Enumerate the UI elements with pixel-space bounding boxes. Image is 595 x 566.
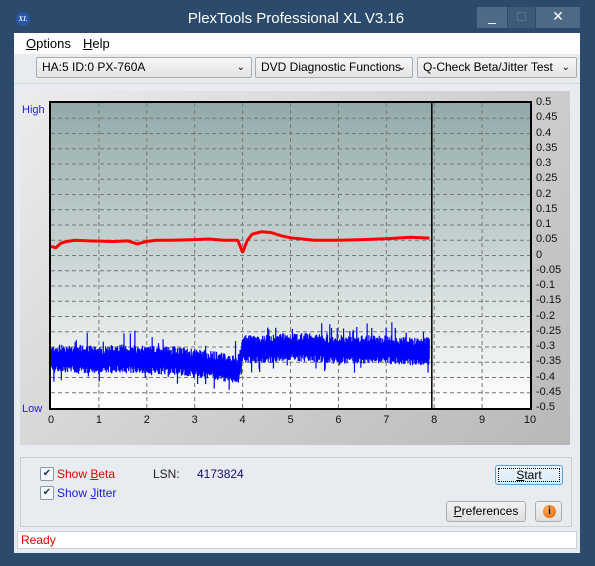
menu-bar: Options Help [14,33,580,54]
client-area: Options Help HA:5 ID:0 PX-760A ⌄ DVD Dia… [14,33,580,553]
plot-area [49,101,532,410]
close-button[interactable]: ✕ [536,7,580,28]
start-button[interactable]: Start [495,465,563,485]
chevron-down-icon: ⌄ [236,62,245,73]
status-text: Ready [21,533,56,547]
y-tick-label: -0.35 [536,355,562,368]
y-tick-label: 0.35 [536,141,558,154]
y-tick-label: -0.4 [536,370,555,383]
y-tick-label: -0.05 [536,263,562,276]
y-tick-label: -0.5 [536,401,555,413]
label-text: Show [57,486,91,500]
maximize-button[interactable]: □ [508,7,535,28]
x-tick-label: 3 [191,414,198,426]
info-button[interactable]: i [535,501,562,522]
menu-label: elp [92,36,110,51]
x-tick-label: 4 [239,414,246,426]
y-tick-label: -0.1 [536,279,555,291]
show-jitter-checkbox[interactable]: ✔ [40,486,54,500]
button-label: references [461,504,519,518]
minimize-button[interactable]: _ [477,7,507,28]
x-tick-label: 7 [383,414,390,426]
chevron-down-icon: ⌄ [561,62,570,73]
drive-select[interactable]: HA:5 ID:0 PX-760A ⌄ [36,57,252,78]
y-tick-label: 0.25 [536,172,558,185]
y-tick-label: 0.4 [536,126,552,139]
x-tick-label: 8 [431,414,438,426]
menu-accel: H [83,36,93,51]
x-tick-label: 2 [143,414,150,426]
beta-jitter-chart [51,103,530,408]
label-text: itter [96,486,117,500]
test-select-value: Q-Check Beta/Jitter Test [423,60,553,74]
show-beta-label[interactable]: Show Beta [57,467,115,481]
x-tick-label: 9 [479,414,486,426]
x-tick-label: 0 [47,414,55,426]
label-text: eta [98,467,116,481]
y-tick-label: 0.05 [536,233,558,246]
status-bar: Ready [17,531,577,549]
lsn-label: LSN: [153,467,180,481]
check-icon: ✔ [42,487,52,498]
y-tick-label: 0.2 [536,187,552,200]
show-beta-checkbox[interactable]: ✔ [40,467,54,481]
chevron-down-icon: ⌄ [397,62,406,73]
low-label: Low [22,403,43,415]
show-jitter-label[interactable]: Show Jitter [57,486,116,500]
toolbar: HA:5 ID:0 PX-760A ⌄ DVD Diagnostic Funct… [14,54,580,84]
y-tick-label: -0.25 [536,324,562,337]
high-label: High [22,104,45,116]
menu-accel: O [26,36,37,51]
info-icon: i [543,505,556,518]
drive-select-value: HA:5 ID:0 PX-760A [42,60,146,74]
preferences-button[interactable]: Preferences [446,501,526,522]
app-window: XL PlexTools Professional XL V3.16 _ □ ✕… [0,0,592,564]
y-tick-label: -0.3 [536,340,555,352]
beta-series [51,230,430,253]
y-tick-label: 0.3 [536,157,552,169]
check-icon: ✔ [42,468,52,479]
y-tick-label: 0.45 [536,111,558,124]
label-text: Show [57,467,91,481]
menu-label: ptions [36,36,71,51]
menu-help[interactable]: Help [83,36,110,51]
y-tick-label: 0 [536,248,543,261]
focus-rect [498,468,560,482]
x-tick-label: 1 [95,414,102,426]
function-select-value: DVD Diagnostic Functions [261,60,402,74]
jitter-series [51,322,430,390]
y-tick-label: 0.15 [536,202,558,215]
button-accel: P [453,504,462,518]
x-tick-label: 10 [523,414,537,426]
title-bar[interactable]: XL PlexTools Professional XL V3.16 _ □ ✕ [0,0,592,36]
y-tick-label: 0.1 [536,218,552,230]
test-select[interactable]: Q-Check Beta/Jitter Test ⌄ [417,57,577,78]
y-tick-label: -0.15 [536,294,562,307]
graph-panel: High Low 0.5 0.45 0.4 0.35 0.3 0.25 0.2 0.15 0.1… [20,91,570,445]
x-tick-label: 5 [287,414,294,426]
y-tick-label: 0.5 [536,96,552,108]
y-tick-label: -0.2 [536,309,555,322]
x-tick-label: 6 [335,414,342,426]
menu-options[interactable]: Options [26,36,71,51]
y-tick-label: -0.45 [536,385,562,398]
function-select[interactable]: DVD Diagnostic Functions ⌄ [255,57,413,78]
lsn-value: 4173824 [197,467,244,481]
